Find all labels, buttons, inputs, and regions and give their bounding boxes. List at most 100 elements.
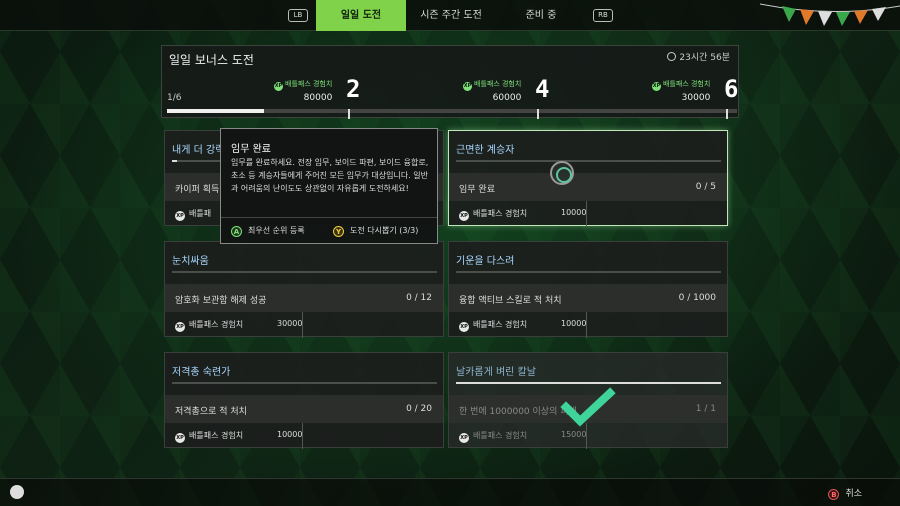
- reward-label: 배틀패스 경험치: [189, 320, 244, 329]
- card-task-row: 암호화 보관함 해제 성공 0 / 12: [165, 284, 443, 312]
- card-reward: XP 배틀패: [175, 208, 211, 221]
- xp-icon: XP: [459, 433, 469, 443]
- mission-tooltip: 임무 완료 임무를 완료하세요. 전장 임무, 보이드 파편, 보이드 융합로,…: [220, 128, 438, 244]
- progress-fill: [167, 109, 264, 113]
- milestone-tick: [726, 109, 728, 119]
- task-count: 0 / 12: [406, 293, 432, 303]
- reward-value: 60000: [492, 93, 522, 103]
- milestone-number: 2: [346, 75, 361, 103]
- xp-icon: XP: [274, 82, 283, 91]
- card-title: 내게 더 강력: [172, 145, 225, 156]
- mic-icon[interactable]: [10, 485, 24, 499]
- timer: 23시간 56분: [667, 50, 730, 63]
- task-count: 0 / 20: [406, 404, 432, 414]
- xp-icon: XP: [652, 82, 661, 91]
- challenge-card[interactable]: 기운을 다스려 융합 액티브 스킬로 적 처치 0 / 1000 XP 배틀패스 …: [448, 241, 728, 338]
- card-title: 근면한 계승자: [456, 145, 515, 156]
- bunting-decoration: [760, 3, 900, 26]
- card-divider: [302, 312, 303, 338]
- card-title: 기운을 다스려: [456, 256, 515, 267]
- reward-label: 배틀패스 경험치: [285, 80, 333, 88]
- progress-bar: [167, 109, 737, 113]
- tooltip-body: 임무를 완료하세요. 전장 임무, 보이드 파편, 보이드 융합로, 초소 등 …: [231, 158, 429, 193]
- tab-coming-soon[interactable]: 준비 중: [496, 0, 586, 31]
- reward-label: 배틀패스 경험치: [473, 431, 528, 440]
- rb-button[interactable]: RB: [593, 9, 613, 22]
- xp-icon: XP: [175, 211, 185, 221]
- challenge-card[interactable]: 근면한 계승자 임무 완료 0 / 5 XP 배틀패스 경험치 10000: [448, 130, 728, 227]
- milestone-number: 4: [535, 75, 550, 103]
- xp-icon: XP: [459, 322, 469, 332]
- b-button-icon: B: [828, 489, 840, 500]
- checkmark-icon: [560, 387, 616, 427]
- card-progress-bar: [456, 271, 721, 273]
- xp-icon: XP: [175, 322, 185, 332]
- reward-value: 10000: [561, 208, 587, 217]
- card-reward: XP 배틀패스 경험치: [459, 208, 527, 221]
- card-reward: XP 배틀패스 경험치: [175, 430, 243, 443]
- divider: [221, 217, 437, 218]
- card-divider: [586, 201, 587, 227]
- tab-season-weekly[interactable]: 시즌 주간 도전: [406, 0, 496, 31]
- cancel-label: 취소: [845, 489, 862, 499]
- card-title: 날카롭게 벼린 칼날: [456, 367, 536, 378]
- card-progress-bar: [456, 160, 721, 162]
- priority-label: 최우선 순위 등록: [248, 226, 305, 235]
- task-text: 저격총으로 적 처치: [175, 407, 247, 417]
- cursor-icon: [550, 161, 574, 185]
- task-count: 1 / 1: [695, 404, 716, 414]
- reward-label: 배틀패: [189, 209, 212, 218]
- reward-value: 30000: [681, 93, 711, 103]
- card-progress-fill: [172, 160, 178, 162]
- reward-label: 배틀패스 경험치: [473, 320, 528, 329]
- card-progress-bar: [456, 382, 721, 384]
- milestone-tick: [348, 109, 350, 119]
- card-reward: XP 배틀패스 경험치: [459, 319, 527, 332]
- card-progress-bar: [172, 271, 437, 273]
- reward-label: 배틀패스 경험치: [474, 80, 522, 88]
- timer-text: 23시간 56분: [679, 53, 730, 63]
- card-title: 눈치싸움: [172, 256, 209, 267]
- reroll-label: 도전 다시뽑기 (3/3): [350, 226, 419, 235]
- tab-daily-challenge[interactable]: 일일 도전: [316, 0, 406, 31]
- cancel-button[interactable]: B 취소: [828, 486, 862, 500]
- bottom-bar: B 취소: [0, 478, 900, 506]
- clock-icon: [667, 52, 677, 61]
- reward-label: 배틀패스 경험치: [473, 209, 528, 218]
- card-divider: [302, 423, 303, 449]
- priority-action[interactable]: A 최우선 순위 등록: [231, 225, 305, 237]
- card-title: 저격총 숙련가: [172, 367, 231, 378]
- reward-value: 30000: [277, 319, 303, 328]
- card-reward: XP 배틀패스 경험치: [459, 430, 527, 443]
- reward-value: 10000: [277, 430, 303, 439]
- card-task-row: 융합 액티브 스킬로 적 처치 0 / 1000: [449, 284, 727, 312]
- xp-icon: XP: [459, 211, 469, 221]
- milestone-reward: XP 배틀패스 경험치 60000 4: [463, 75, 549, 103]
- top-nav: LB 일일 도전 시즌 주간 도전 준비 중 RB: [0, 0, 900, 31]
- reward-value: 15000: [561, 430, 587, 439]
- a-button-icon: A: [231, 226, 242, 237]
- y-button-icon: Y: [333, 226, 344, 237]
- challenge-card[interactable]: 저격총 숙련가 저격총으로 적 처치 0 / 20 XP 배틀패스 경험치 100…: [164, 352, 444, 449]
- task-text: 암호화 보관함 해제 성공: [175, 296, 267, 306]
- task-text: 융합 액티브 스킬로 적 처치: [459, 296, 562, 306]
- lb-button[interactable]: LB: [288, 9, 308, 22]
- xp-icon: XP: [463, 82, 472, 91]
- card-divider: [586, 312, 587, 338]
- milestone-number: 6: [724, 75, 739, 103]
- tooltip-title: 임무 완료: [231, 144, 271, 155]
- reward-value: 10000: [561, 319, 587, 328]
- xp-icon: XP: [175, 433, 185, 443]
- reward-label: 배틀패스 경험치: [663, 80, 711, 88]
- task-text: 카이퍼 획득: [175, 185, 220, 195]
- card-reward: XP 배틀패스 경험치: [175, 319, 243, 332]
- task-count: 0 / 1000: [678, 293, 716, 303]
- task-count: 0 / 5: [695, 182, 716, 192]
- daily-bonus-panel: 일일 보너스 도전 23시간 56분 XP 배틀패스 경험치 80000 2 XP…: [161, 45, 739, 119]
- challenge-card[interactable]: 눈치싸움 암호화 보관함 해제 성공 0 / 12 XP 배틀패스 경험치 300…: [164, 241, 444, 338]
- reward-value: 80000: [303, 93, 333, 103]
- card-progress-bar: [172, 382, 437, 384]
- reroll-action[interactable]: Y 도전 다시뽑기 (3/3): [333, 225, 418, 237]
- reward-label: 배틀패스 경험치: [189, 431, 244, 440]
- task-text: 임무 완료: [459, 185, 495, 195]
